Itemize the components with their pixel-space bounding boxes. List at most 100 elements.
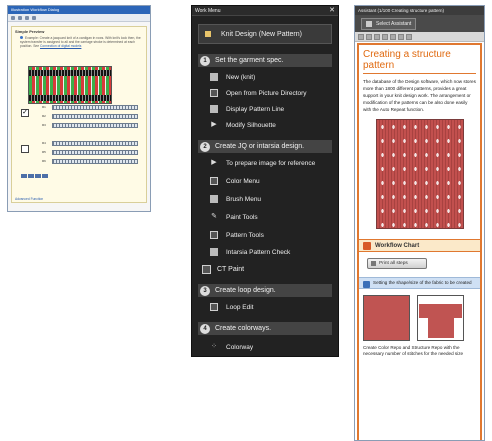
menu-item-pattern-line[interactable]: Display Pattern Line [210,105,284,113]
bullet-icon [20,36,23,39]
garment-sleeve [452,304,462,318]
step-thumbnails [363,295,476,341]
menu-item-modify-silhouette[interactable]: ▶ Modify Silhouette [210,121,276,129]
section-jq-intarsia[interactable]: 2 Create JQ or intarsia design. [198,140,332,153]
row-label: R6 [42,159,46,163]
back-icon[interactable] [11,15,15,20]
menu-item-open-picture[interactable]: Open from Picture Directory [210,89,307,97]
section-title: Create colorways. [215,325,272,332]
work-menu-title: Work Menu [195,7,221,14]
workflow-step-1[interactable]: Setting the shape/size of the fabric to … [359,277,480,289]
needle-grid [52,123,138,128]
needle-grid [52,159,138,164]
illustration-window: Illustration Workflow Dialog Simple Prev… [7,5,151,212]
home-icon[interactable] [25,15,29,20]
simple-preview-header: Simple Preview [15,29,45,34]
pattern-line-icon [210,105,218,113]
section-title: Set the garment spec. [215,57,284,64]
work-menu-titlebar: Work Menu ✕ [192,6,338,16]
menu-item-color-menu[interactable]: Color Menu [210,177,260,185]
ct-paint-button[interactable]: CT Paint [198,261,332,277]
section-number: 3 [200,285,210,296]
illustration-description: Example: Create a jacquard knit of a car… [20,36,141,48]
garment-body [428,304,454,338]
menu-item-prepare-image[interactable]: ▶ To prepare image for reference [210,159,315,167]
section-number: 2 [200,141,210,152]
step-caption: Create Color Repo and Structure Repo wit… [363,345,464,356]
prev-page-icon[interactable] [366,33,372,40]
loop-icon [210,303,218,311]
home-icon[interactable] [390,33,396,40]
print-icon[interactable] [398,33,404,40]
section-number: 1 [200,55,210,66]
work-menu-window: Work Menu ✕ Knit Design (New Pattern) 1 … [191,5,339,357]
ct-paint-icon [202,264,211,274]
section-garment-spec[interactable]: 1 Set the garment spec. [198,54,332,67]
row-label: R1 [42,105,46,109]
arrow-icon: ▶ [211,159,217,166]
workflow-chart-header: Workflow Chart [359,239,480,252]
illustration-window-titlebar: Illustration Workflow Dialog [8,6,150,14]
menu-item-brush-menu[interactable]: Brush Menu [210,195,261,203]
paint-icon: ✎ [211,213,217,220]
menu-item-loop-edit[interactable]: Loop Edit [210,303,253,311]
knit-design-button[interactable]: Knit Design (New Pattern) [198,24,332,44]
structure-pattern-image [375,119,464,229]
color-chip[interactable] [35,174,41,178]
section-colorways[interactable]: 4 Create colorways. [198,322,332,335]
color-chip[interactable] [42,174,48,178]
section-number: 4 [200,323,210,334]
assistant-window: Assistant (1/100 Creating structure patt… [354,5,485,441]
knit-design-label: Knit Design (New Pattern) [221,30,302,38]
knit-icon [210,73,218,81]
section-loop-design[interactable]: 3 Create loop design. [198,284,332,297]
assistant-titlebar: Assistant (1/100 Creating structure patt… [355,6,484,15]
illustration-toolbar [8,14,150,22]
printer-icon [371,261,376,266]
needle-grid [52,114,138,119]
last-page-icon[interactable] [382,33,388,40]
first-page-icon[interactable] [358,33,364,40]
digital-models-link[interactable]: Connection of digital models [40,44,81,48]
assistant-toolbar [355,32,484,42]
menu-item-paint-tools[interactable]: ✎ Paint Tools [210,213,258,221]
color-chip[interactable] [21,174,27,178]
title-divider [363,73,476,74]
pattern-tools-icon [210,231,218,239]
option-checkbox-2[interactable] [21,145,29,153]
check-icon [210,248,218,256]
pattern-band [29,70,111,76]
color-icon [210,177,218,185]
close-icon[interactable]: ✕ [329,7,335,14]
section-title: Create JQ or intarsia design. [215,143,305,150]
print-icon[interactable] [32,15,36,20]
forward-icon[interactable] [18,15,22,20]
menu-item-colorway[interactable]: ⁘ Colorway [210,343,253,351]
option-checkbox-1[interactable]: ✓ [21,109,29,117]
row-label: R5 [42,150,46,154]
fabric-thumbnail[interactable] [363,295,410,341]
advanced-function-link[interactable]: Advanced Function [15,197,43,201]
select-assistant-button[interactable]: Select Assistant [361,17,417,30]
brush-icon [210,195,218,203]
next-page-icon[interactable] [374,33,380,40]
workflow-icon [363,241,371,250]
help-icon[interactable] [406,33,412,40]
assistant-icon [366,20,372,27]
color-chips [21,174,48,178]
needle-grid [52,150,138,155]
color-chip[interactable] [28,174,34,178]
garment-thumbnail[interactable] [417,295,464,341]
page-description: The database of the Design software, whi… [363,79,476,112]
needle-grid [52,141,138,146]
row-label: R3 [42,123,46,127]
needle-grid [52,105,138,110]
menu-item-pattern-tools[interactable]: Pattern Tools [210,231,264,239]
step-icon [363,281,370,288]
assistant-page: Creating a structure pattern The databas… [357,43,482,440]
assistant-selector-bar: Select Assistant [355,15,484,32]
menu-item-new-knit[interactable]: New (knit) [210,73,255,81]
arrow-icon: ▶ [211,121,217,128]
print-all-steps-button[interactable]: Print all steps [367,258,427,269]
menu-item-intarsia-check[interactable]: Intarsia Pattern Check [210,248,290,256]
